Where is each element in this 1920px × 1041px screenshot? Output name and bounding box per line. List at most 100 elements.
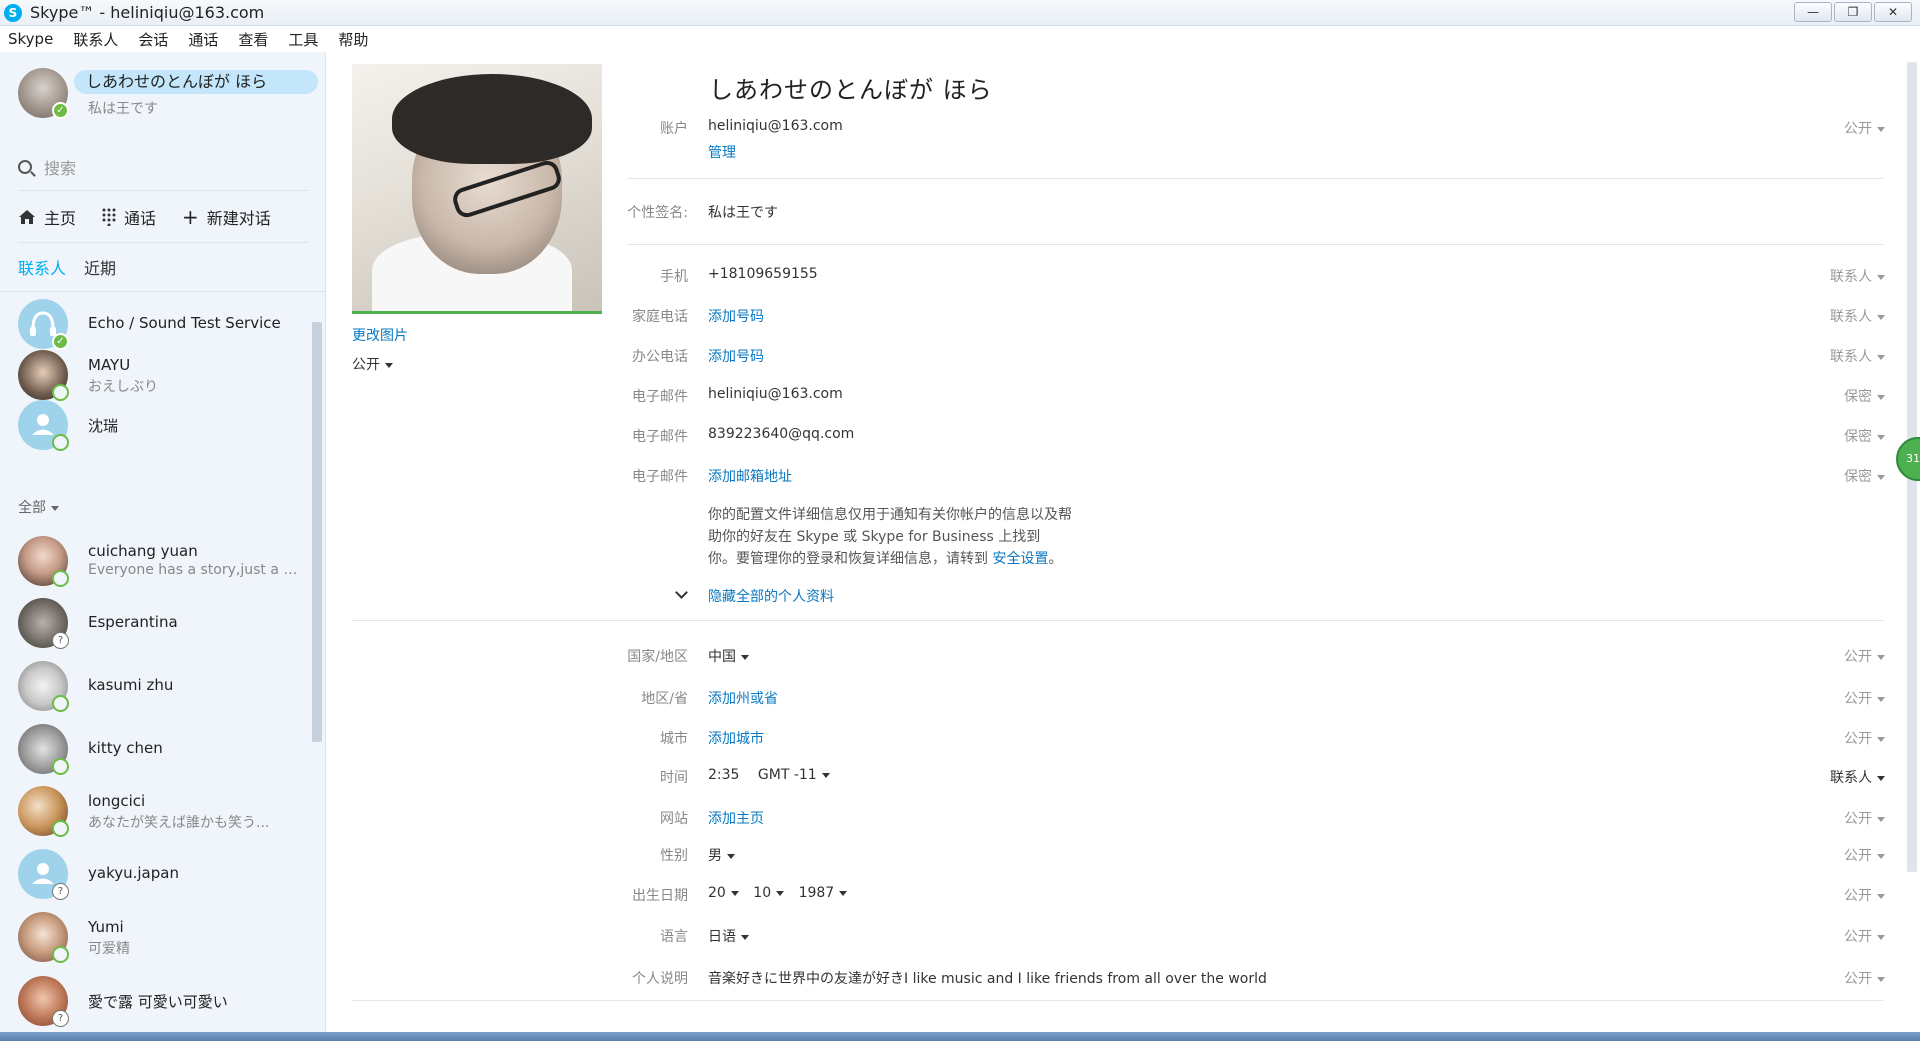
country-dropdown[interactable]: 中国: [708, 646, 749, 666]
email-privacy-label: 保密: [1844, 429, 1872, 445]
country-privacy-dropdown[interactable]: 公开: [1844, 646, 1885, 666]
nav-home[interactable]: 主页: [18, 205, 76, 229]
menu-view[interactable]: 查看: [238, 29, 268, 50]
tab-contacts[interactable]: 联系人: [18, 255, 66, 279]
unknown-status-icon: ?: [52, 632, 69, 649]
offline-status-icon: [52, 820, 69, 837]
mobile-value[interactable]: +18109659155: [708, 266, 818, 282]
restore-button[interactable]: ❐: [1834, 2, 1872, 22]
contact-item[interactable]: ✓ Echo / Sound Test Service: [18, 299, 308, 355]
chevron-down-icon: [776, 890, 785, 896]
menu-contacts[interactable]: 联系人: [73, 29, 118, 50]
my-display-name[interactable]: しあわせのとんぼが ほら: [74, 70, 318, 94]
profile-display-name[interactable]: しあわせのとんぼが ほら: [709, 70, 993, 105]
my-mood[interactable]: 私は王です: [88, 98, 158, 118]
email-privacy-dropdown[interactable]: 保密: [1844, 426, 1885, 446]
contact-item[interactable]: ? 愛で露 可愛い可愛い: [18, 976, 308, 1032]
search-box[interactable]: 搜索: [18, 152, 308, 182]
offline-status-icon: [52, 434, 69, 451]
contact-item[interactable]: ? Esperantina: [18, 598, 308, 654]
my-profile-card[interactable]: ✓ しあわせのとんぼが ほら 私は王です: [18, 68, 318, 128]
chevron-down-icon: [1877, 775, 1885, 781]
mobile-privacy-dropdown[interactable]: 联系人: [1830, 266, 1885, 286]
security-settings-link[interactable]: 安全设置: [992, 551, 1048, 567]
gender-privacy-dropdown[interactable]: 公开: [1844, 845, 1885, 865]
home-phone-privacy-dropdown[interactable]: 联系人: [1830, 306, 1885, 326]
tab-recent[interactable]: 近期: [84, 255, 116, 279]
contact-item[interactable]: 沈瑞: [18, 400, 308, 456]
add-city-link[interactable]: 添加城市: [708, 728, 764, 748]
office-phone-privacy-dropdown[interactable]: 联系人: [1830, 346, 1885, 366]
notification-badge[interactable]: 31: [1896, 437, 1920, 481]
contact-item[interactable]: MAYU おえしぶり: [18, 350, 308, 406]
contact-filter-dropdown[interactable]: 全部: [18, 497, 59, 517]
chevron-down-icon: [839, 890, 848, 896]
close-button[interactable]: ✕: [1874, 2, 1912, 22]
email-privacy-label: 保密: [1844, 389, 1872, 405]
window-controls: — ❐ ✕: [1794, 2, 1912, 22]
add-office-phone-link[interactable]: 添加号码: [708, 346, 764, 366]
contact-item[interactable]: Yumi 可爱精: [18, 912, 308, 968]
birthday-privacy-dropdown[interactable]: 公开: [1844, 885, 1885, 905]
state-privacy-dropdown[interactable]: 公开: [1844, 688, 1885, 708]
contact-item[interactable]: kitty chen: [18, 724, 308, 780]
add-home-phone-link[interactable]: 添加号码: [708, 306, 764, 326]
profile-photo[interactable]: [352, 64, 602, 314]
about-value[interactable]: 音楽好きに世界中の友達が好きI like music and I like fr…: [708, 968, 1267, 988]
about-privacy-dropdown[interactable]: 公开: [1844, 968, 1885, 988]
minimize-button[interactable]: —: [1794, 2, 1832, 22]
gender-dropdown[interactable]: 男: [708, 845, 735, 865]
nav-calls[interactable]: 通话: [102, 205, 156, 229]
birthday-month-dropdown[interactable]: 10: [753, 885, 785, 901]
language-privacy-label: 公开: [1844, 929, 1872, 945]
country-privacy-label: 公开: [1844, 649, 1872, 665]
search-input[interactable]: 搜索: [44, 155, 76, 179]
mood-value[interactable]: 私は王です: [708, 202, 778, 222]
add-email-link[interactable]: 添加邮箱地址: [708, 466, 792, 486]
nav-row: 主页 通话 + 新建对话: [18, 202, 318, 232]
account-privacy-dropdown[interactable]: 公开: [1844, 118, 1885, 138]
hide-profile-link[interactable]: 隐藏全部的个人资料: [708, 586, 834, 606]
email-value[interactable]: 839223640@qq.com: [708, 426, 854, 442]
contact-mood: おえしぶり: [88, 379, 158, 395]
chevron-down-icon: [1877, 434, 1885, 440]
language-dropdown[interactable]: 日语: [708, 926, 749, 946]
manage-link[interactable]: 管理: [708, 142, 736, 162]
timezone-dropdown[interactable]: GMT -11: [758, 767, 830, 783]
city-privacy-dropdown[interactable]: 公开: [1844, 728, 1885, 748]
menu-call[interactable]: 通话: [188, 29, 218, 50]
menu-conversations[interactable]: 会话: [138, 29, 168, 50]
website-privacy-dropdown[interactable]: 公开: [1844, 808, 1885, 828]
email-value[interactable]: heliniqiu@163.com: [708, 386, 843, 402]
menu-help[interactable]: 帮助: [338, 29, 368, 50]
photo-privacy-dropdown[interactable]: 公开: [352, 354, 393, 374]
menu-tools[interactable]: 工具: [288, 29, 318, 50]
chevron-down-icon: [1877, 394, 1885, 400]
add-website-link[interactable]: 添加主页: [708, 808, 764, 828]
menu-skype[interactable]: Skype: [8, 30, 53, 48]
time-privacy-dropdown[interactable]: 联系人: [1830, 767, 1885, 787]
email-privacy-dropdown[interactable]: 保密: [1844, 466, 1885, 486]
birthday-year-dropdown[interactable]: 1987: [799, 885, 848, 901]
email-privacy-dropdown[interactable]: 保密: [1844, 386, 1885, 406]
contact-name: 沈瑞: [88, 417, 119, 435]
contact-item[interactable]: longcici あなたが笑えば誰かも笑う...: [18, 786, 308, 842]
language-privacy-dropdown[interactable]: 公开: [1844, 926, 1885, 946]
contact-mood: 可爱精: [88, 941, 130, 957]
time-privacy-label: 联系人: [1830, 770, 1872, 786]
info-line-end: 。: [1048, 551, 1063, 567]
add-state-link[interactable]: 添加州或省: [708, 688, 778, 708]
chevron-down-icon[interactable]: [675, 586, 688, 599]
contact-item[interactable]: kasumi zhu: [18, 661, 308, 717]
city-label: 城市: [660, 731, 688, 747]
online-status-icon: ✓: [52, 333, 69, 350]
change-photo-link[interactable]: 更改图片: [352, 325, 408, 345]
nav-new-chat[interactable]: + 新建对话: [182, 205, 271, 229]
chevron-down-icon: [1877, 274, 1885, 280]
sidebar-scrollbar[interactable]: [312, 322, 322, 742]
contact-item[interactable]: ? yakyu.japan: [18, 849, 308, 905]
contact-item[interactable]: cuichang yuan Everyone has a story,just …: [18, 536, 308, 592]
mood-label: 个性签名:: [627, 205, 688, 221]
time-value: 2:35 GMT -11: [708, 767, 830, 783]
birthday-day-dropdown[interactable]: 20: [708, 885, 739, 901]
